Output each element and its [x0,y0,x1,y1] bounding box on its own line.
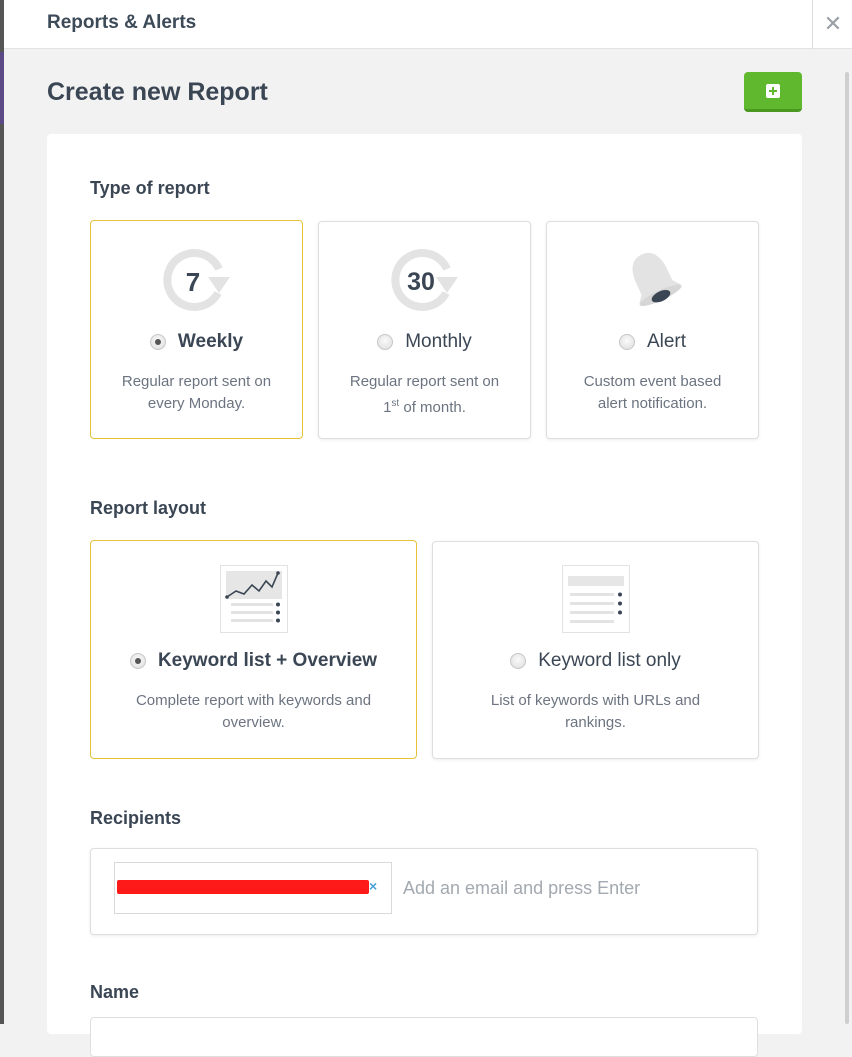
keyword-overview-description: Complete report with keywords and overvi… [101,690,406,734]
keyword-only-label: Keyword list only [538,650,681,671]
keyword-only-description: List of keywords with URLs and rankings. [443,690,748,734]
report-form-card: Type of report 7 Weekly Regular report s… [47,134,802,1057]
keyword-overview-radio[interactable] [129,653,146,669]
recipient-chip: × [114,862,392,914]
monthly-desc-line2: 1st of month. [329,393,520,419]
page-title: Create new Report [47,78,268,106]
monthly-desc-line1: Regular report sent on [349,373,500,390]
remove-recipient-icon[interactable]: × [369,878,377,894]
report-name-input[interactable] [90,1017,758,1057]
layout-keyword-only[interactable]: Keyword list only List of keywords with … [432,541,759,759]
monthly-icon-number: 30 [407,268,435,296]
keyword-only-desc-line1: List of keywords with URLs and [490,692,701,709]
keyword-overview-desc-line1: Complete report with keywords and [135,692,372,709]
layout-keyword-overview[interactable]: Keyword list + Overview Complete report … [90,540,417,759]
alert-label: Alert [646,331,687,352]
panel-title: Reports & Alerts [47,12,197,33]
monthly-radio[interactable] [377,334,394,350]
weekly-label: Weekly [177,331,244,352]
background-accent [0,52,4,124]
keyword-only-radio[interactable] [510,653,527,669]
report-layout-label: Report layout [90,498,207,518]
close-button[interactable]: ✕ [812,0,852,49]
monthly-cycle-icon: 30 [319,247,530,313]
type-of-report-label: Type of report [90,178,210,198]
bell-icon [547,246,758,312]
alert-description: Custom event based alert notification. [557,371,748,415]
weekly-icon-number: 7 [185,267,199,297]
monthly-description: Regular report sent on 1st of month. [329,371,520,419]
report-type-monthly[interactable]: 30 Monthly Regular report sent on 1st of… [318,221,531,439]
report-type-weekly[interactable]: 7 Weekly Regular report sent on every Mo… [90,220,303,439]
recipients-field[interactable]: × [90,848,758,935]
keyword-only-desc-line2: rankings. [565,714,626,731]
add-report-button[interactable] [744,72,802,112]
weekly-cycle-icon: 7 [91,247,302,313]
recipient-email-input[interactable] [401,869,745,907]
alert-desc-line2: alert notification. [597,395,708,412]
plus-square-icon [766,83,780,98]
alert-desc-line1: Custom event based [583,373,722,390]
recipients-label: Recipients [90,808,182,828]
redacted-email [117,880,369,894]
close-icon: ✕ [823,11,843,36]
weekly-desc-line2: every Monday. [147,395,246,412]
monthly-desc-rest: of month. [399,399,466,416]
scrollbar[interactable] [845,72,849,1024]
weekly-description: Regular report sent on every Monday. [101,371,292,415]
keyword-overview-label: Keyword list + Overview [157,650,378,671]
panel-header: Reports & Alerts [4,0,812,49]
report-type-alert[interactable]: Alert Custom event based alert notificat… [546,221,759,439]
weekly-radio[interactable] [149,334,166,350]
left-edge-strip [0,0,4,1024]
monthly-label: Monthly [405,331,472,352]
name-label: Name [90,982,140,1002]
alert-radio[interactable] [618,334,635,350]
list-icon [433,565,758,633]
keyword-overview-desc-line2: overview. [222,714,285,731]
chart-list-icon [91,565,416,633]
weekly-desc-line1: Regular report sent on [121,373,272,390]
